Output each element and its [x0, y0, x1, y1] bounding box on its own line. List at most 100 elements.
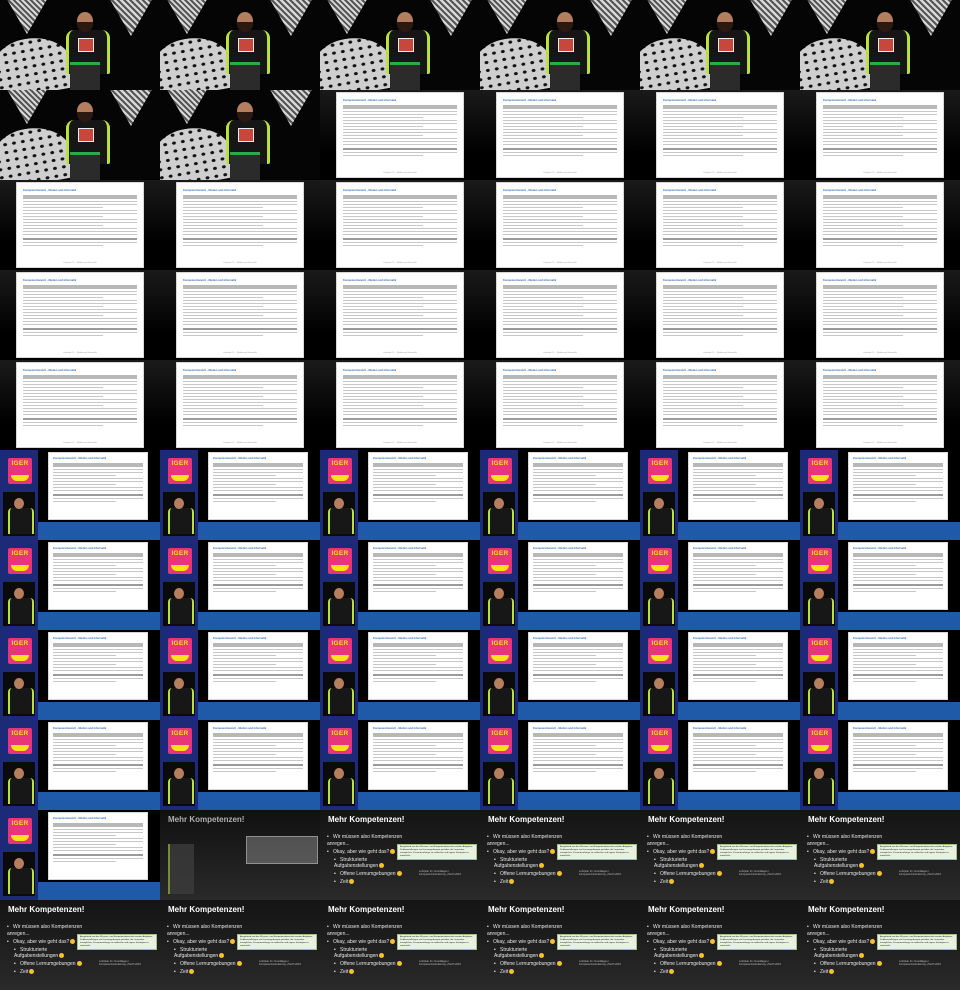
- slide-frame[interactable]: Mehr Kompetenzen! • Wir müssen also Kompe…: [480, 810, 640, 900]
- document-frame[interactable]: Kompetenzbereich - Medien und Informatik…: [800, 180, 960, 270]
- document-frame[interactable]: Kompetenzbereich - Medien und Informatik…: [480, 360, 640, 450]
- composite-frame[interactable]: IGER Kompetenzbereich - Medien und Infor…: [0, 450, 160, 540]
- document-frame[interactable]: Kompetenzbereich - Medien und Informatik…: [800, 270, 960, 360]
- sidebar-panel: IGER: [160, 720, 198, 810]
- composite-frame[interactable]: IGER Kompetenzbereich - Medien und Infor…: [320, 450, 480, 540]
- document-frame[interactable]: Kompetenzbereich - Medien und Informatik…: [320, 360, 480, 450]
- quote-text: Ausgehend von den Wissens- und Kompetenz…: [720, 936, 793, 947]
- document-frame[interactable]: Kompetenzbereich - Medien und Informatik…: [320, 270, 480, 360]
- quote-box: Ausgehend von den Wissens- und Kompetenz…: [77, 934, 157, 950]
- composite-frame[interactable]: IGER Kompetenzbereich - Medien und Infor…: [0, 630, 160, 720]
- iger-logo: IGER: [168, 638, 192, 664]
- document-frame[interactable]: Kompetenzbereich - Medien und Informatik…: [0, 180, 160, 270]
- document-frame[interactable]: Kompetenzbereich - Medien und Informatik…: [640, 180, 800, 270]
- triangle-decor: [484, 0, 530, 34]
- stage-frame[interactable]: [480, 0, 640, 90]
- slide-bullets: • Wir müssen also Kompetenzen anregen... •…: [327, 924, 407, 977]
- sidebar-panel: IGER: [160, 630, 198, 720]
- document-frame[interactable]: Kompetenzbereich - Medien und Informatik…: [320, 90, 480, 180]
- composite-frame[interactable]: IGER Kompetenzbereich - Medien und Infor…: [480, 540, 640, 630]
- quote-caption: Lehrplan 21: Grundlagen / Kompetenzorien…: [419, 870, 461, 877]
- speaker-thumbnail: [803, 672, 835, 716]
- document-page: Kompetenzbereich - Medien und Informatik…: [176, 362, 304, 448]
- document-frame[interactable]: Kompetenzbereich - Medien und Informatik…: [640, 90, 800, 180]
- slide-frame[interactable]: Mehr Kompetenzen! • Wir müssen also Kompe…: [0, 900, 160, 990]
- stage-frame[interactable]: [800, 0, 960, 90]
- document-frame[interactable]: Kompetenzbereich - Medien und Informatik…: [160, 180, 320, 270]
- slide-frame[interactable]: Mehr Kompetenzen! • Wir müssen also Kompe…: [320, 810, 480, 900]
- composite-frame[interactable]: IGER Kompetenzbereich - Medien und Infor…: [640, 720, 800, 810]
- slide-frame[interactable]: Mehr Kompetenzen! • Wir müssen also Kompe…: [640, 900, 800, 990]
- slide-frame[interactable]: Mehr Kompetenzen! • Wir müssen also Kompe…: [800, 810, 960, 900]
- document-frame[interactable]: Kompetenzbereich - Medien und Informatik…: [0, 270, 160, 360]
- slide-title: Mehr Kompetenzen!: [488, 905, 565, 914]
- composite-frame[interactable]: IGER Kompetenzbereich - Medien und Infor…: [480, 450, 640, 540]
- stage-frame[interactable]: [640, 0, 800, 90]
- speaker-thumbnail: [803, 582, 835, 626]
- slide-frame[interactable]: Mehr Kompetenzen! • Wir müssen also Kompe…: [480, 900, 640, 990]
- document-frame[interactable]: Kompetenzbereich - Medien und Informatik…: [800, 90, 960, 180]
- speaker-thumbnail: [3, 852, 35, 896]
- document-frame[interactable]: Kompetenzbereich - Medien und Informatik…: [480, 90, 640, 180]
- document-page: Kompetenzbereich - Medien und Informatik: [208, 452, 308, 520]
- transition-frame[interactable]: Mehr Kompetenzen!: [160, 810, 320, 900]
- document-frame[interactable]: Kompetenzbereich - Medien und Informatik…: [160, 360, 320, 450]
- composite-frame[interactable]: IGER Kompetenzbereich - Medien und Infor…: [160, 450, 320, 540]
- stage-frame[interactable]: [160, 0, 320, 90]
- quote-text: Ausgehend von den Wissens- und Kompetenz…: [880, 846, 953, 857]
- composite-frame[interactable]: IGER Kompetenzbereich - Medien und Infor…: [320, 630, 480, 720]
- composite-frame[interactable]: IGER Kompetenzbereich - Medien und Infor…: [0, 720, 160, 810]
- logo-wave-icon: [811, 655, 829, 661]
- composite-frame[interactable]: IGER Kompetenzbereich - Medien und Infor…: [160, 540, 320, 630]
- smile-emoji-icon: [699, 953, 705, 959]
- composite-frame[interactable]: IGER Kompetenzbereich - Medien und Infor…: [480, 720, 640, 810]
- composite-frame[interactable]: IGER Kompetenzbereich - Medien und Infor…: [640, 450, 800, 540]
- bullet-text: Strukturierte Aufgabenstellungen: [654, 946, 699, 960]
- document-frame[interactable]: Kompetenzbereich - Medien und Informatik…: [640, 270, 800, 360]
- speaker-ghost: [168, 844, 194, 894]
- triangle-decor: [324, 0, 370, 34]
- document-page: Kompetenzbereich - Medien und Informatik…: [176, 272, 304, 358]
- logo-text: IGER: [651, 730, 669, 737]
- slide-frame[interactable]: Mehr Kompetenzen! • Wir müssen also Kompe…: [160, 900, 320, 990]
- document-page: Kompetenzbereich - Medien und Informatik: [368, 542, 468, 610]
- composite-frame[interactable]: IGER Kompetenzbereich - Medien und Infor…: [640, 630, 800, 720]
- logo-text: IGER: [171, 640, 189, 647]
- composite-frame[interactable]: IGER Kompetenzbereich - Medien und Infor…: [0, 540, 160, 630]
- composite-frame[interactable]: IGER Kompetenzbereich - Medien und Infor…: [480, 630, 640, 720]
- slide-frame[interactable]: Mehr Kompetenzen! • Wir müssen also Kompe…: [640, 810, 800, 900]
- document-frame[interactable]: Kompetenzbereich - Medien und Informatik…: [640, 360, 800, 450]
- slide-bullet: • Wir müssen also Kompetenzen anregen...: [807, 834, 887, 847]
- composite-frame[interactable]: IGER Kompetenzbereich - Medien und Infor…: [800, 540, 960, 630]
- composite-frame[interactable]: IGER Kompetenzbereich - Medien und Infor…: [160, 630, 320, 720]
- composite-frame[interactable]: IGER Kompetenzbereich - Medien und Infor…: [160, 720, 320, 810]
- document-frame[interactable]: Kompetenzbereich - Medien und Informatik…: [0, 360, 160, 450]
- document-frame[interactable]: Kompetenzbereich - Medien und Informatik…: [800, 360, 960, 450]
- slide-frame[interactable]: Mehr Kompetenzen! • Wir müssen also Kompe…: [800, 900, 960, 990]
- document-frame[interactable]: Kompetenzbereich - Medien und Informatik…: [480, 270, 640, 360]
- composite-frame[interactable]: IGER Kompetenzbereich - Medien und Infor…: [640, 540, 800, 630]
- smile-emoji-icon: [396, 961, 402, 967]
- composite-frame[interactable]: IGER Kompetenzbereich - Medien und Infor…: [800, 630, 960, 720]
- stage-frame[interactable]: [0, 0, 160, 90]
- document-frame[interactable]: Kompetenzbereich - Medien und Informatik…: [320, 180, 480, 270]
- stage-frame[interactable]: [0, 90, 160, 180]
- bullet-text: Offene Lernumgebungen: [660, 871, 716, 877]
- composite-frame[interactable]: IGER Kompetenzbereich - Medien und Infor…: [800, 720, 960, 810]
- composite-frame[interactable]: IGER Kompetenzbereich - Medien und Infor…: [320, 540, 480, 630]
- composite-frame[interactable]: IGER Kompetenzbereich - Medien und Infor…: [0, 810, 160, 900]
- quote-text: Ausgehend von den Wissens- und Kompetenz…: [560, 936, 633, 947]
- composite-frame[interactable]: IGER Kompetenzbereich - Medien und Infor…: [800, 450, 960, 540]
- slide-title: Mehr Kompetenzen!: [328, 815, 405, 824]
- logo-wave-icon: [171, 745, 189, 751]
- document-header: Kompetenzbereich - Medien und Informatik: [533, 637, 587, 640]
- document-frame[interactable]: Kompetenzbereich - Medien und Informatik…: [160, 270, 320, 360]
- logo-text: IGER: [651, 640, 669, 647]
- stage-frame[interactable]: [160, 90, 320, 180]
- stage-frame[interactable]: [320, 0, 480, 90]
- slide-frame[interactable]: Mehr Kompetenzen! • Wir müssen also Kompe…: [320, 900, 480, 990]
- composite-frame[interactable]: IGER Kompetenzbereich - Medien und Infor…: [320, 720, 480, 810]
- iger-logo: IGER: [808, 728, 832, 754]
- document-frame[interactable]: Kompetenzbereich - Medien und Informatik…: [480, 180, 640, 270]
- logo-text: IGER: [491, 730, 509, 737]
